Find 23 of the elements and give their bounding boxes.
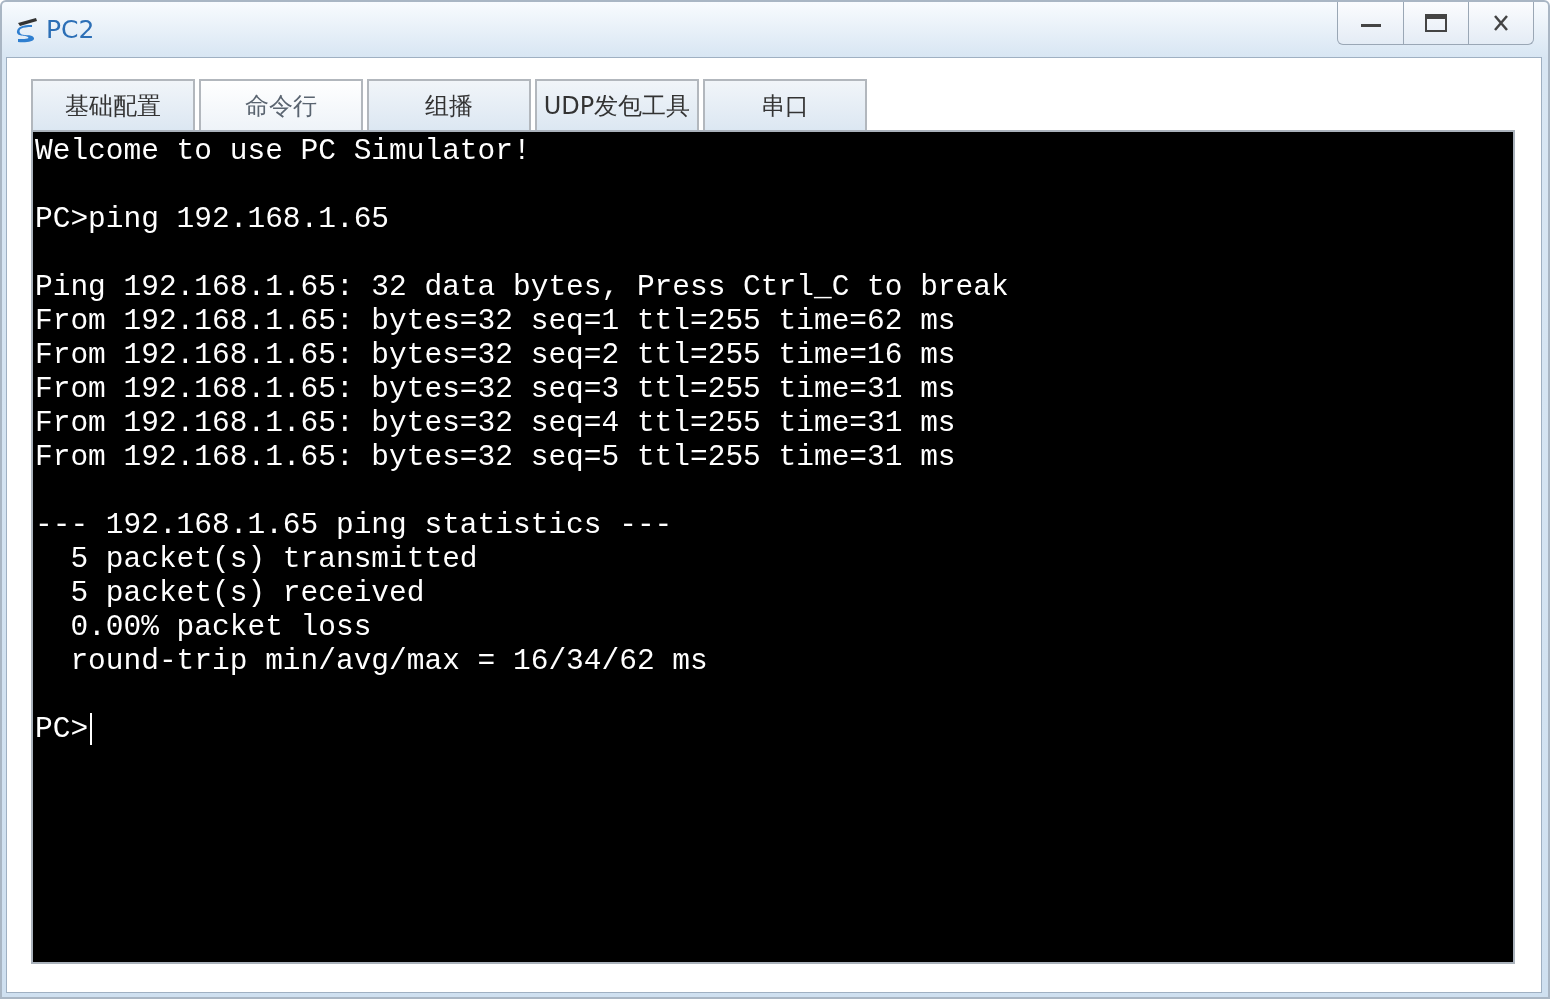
terminal-line: --- 192.168.1.65 ping statistics --- [35, 508, 674, 542]
terminal-line: Ping 192.168.1.65: 32 data bytes, Press Ctrl_C to break [35, 270, 1010, 304]
tab[interactable]: 组播 [367, 79, 531, 130]
prompt: PC> [35, 712, 89, 746]
window-title: PC2 [46, 15, 95, 44]
maximize-icon [1425, 14, 1447, 32]
terminal-line: From 192.168.1.65: bytes=32 seq=4 ttl=255 time=31 ms [35, 406, 957, 440]
terminal-line: 5 packet(s) transmitted [69, 542, 479, 576]
terminal-line: From 192.168.1.65: bytes=32 seq=3 ttl=255 time=31 ms [35, 372, 957, 406]
text-cursor [90, 713, 93, 745]
terminal-line: From 192.168.1.65: bytes=32 seq=5 ttl=255 time=31 ms [35, 440, 957, 474]
tab[interactable]: UDP发包工具 [535, 79, 699, 130]
terminal-line: Welcome to use PC Simulator! [35, 134, 532, 168]
terminal-line: From 192.168.1.65: bytes=32 seq=2 ttl=255 time=16 ms [35, 338, 957, 372]
terminal-line: From 192.168.1.65: bytes=32 seq=1 ttl=255 time=62 ms [35, 304, 957, 338]
tab[interactable]: 串口 [703, 79, 867, 130]
terminal-line: 5 packet(s) received [69, 576, 426, 610]
terminal-line: PC>ping 192.168.1.65 [35, 202, 391, 236]
terminal-line: 0.00% packet loss [69, 610, 373, 644]
terminal-line: round-trip min/avg/max = 16/34/62 ms [69, 644, 709, 678]
tab[interactable]: 命令行 [199, 79, 363, 130]
close-icon [1493, 14, 1509, 32]
tab[interactable]: 基础配置 [31, 79, 195, 130]
